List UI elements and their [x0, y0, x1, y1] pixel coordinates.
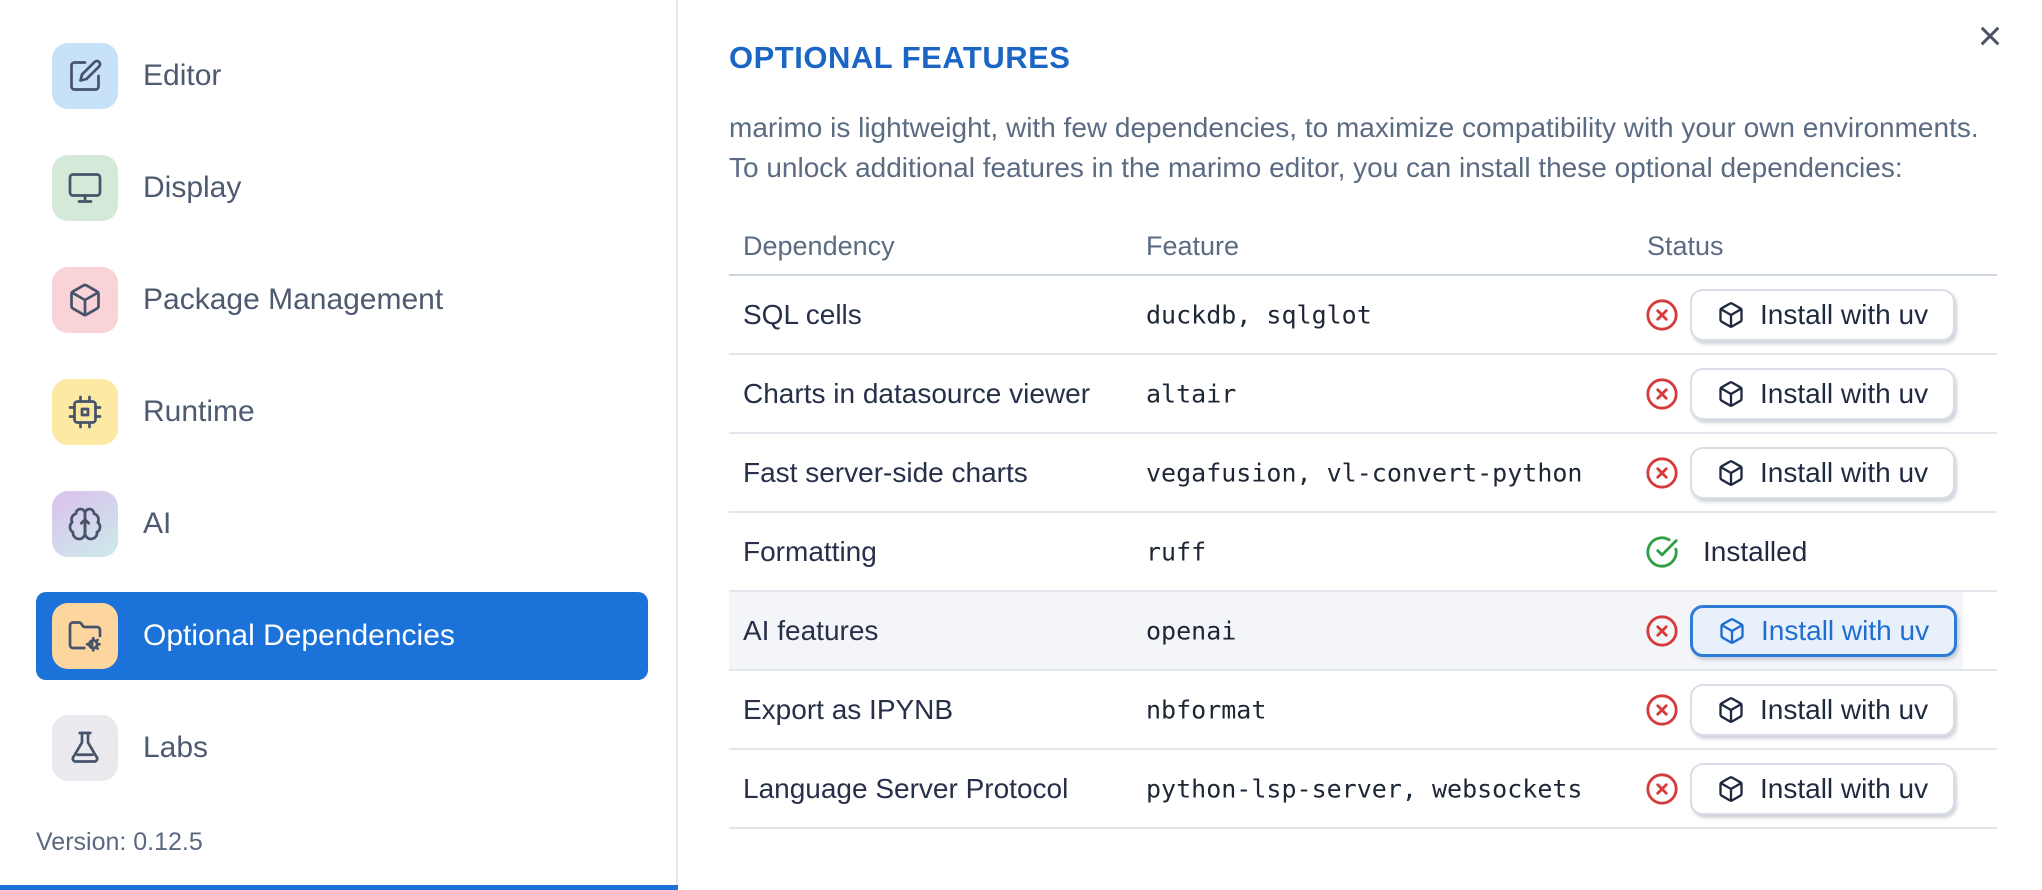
description-line-2: To unlock additional features in the mar…: [729, 152, 1903, 183]
folder-cog-icon: [68, 621, 102, 652]
circle-check-icon: [1646, 535, 1678, 568]
table-row: Language Server Protocol python-lsp-serve…: [729, 750, 1997, 829]
sidebar-item-display[interactable]: Display: [36, 144, 648, 232]
circle-x-icon: [1646, 693, 1678, 726]
circle-x-icon: [1646, 456, 1678, 489]
table-row: Charts in datasource viewer altair Install…: [729, 355, 1997, 434]
sidebar-item-label: Runtime: [143, 395, 255, 428]
monitor-icon-box: [52, 155, 118, 221]
sidebar-item-label: Editor: [143, 59, 222, 92]
cpu-icon-box: [52, 379, 118, 445]
cube-icon: [1719, 301, 1743, 328]
package-icon: [70, 283, 100, 317]
sidebar-item-ai[interactable]: AI: [36, 480, 648, 568]
install-button-label: Install with uv: [1760, 772, 1929, 804]
table-row: Formatting ruff Installed: [729, 513, 1997, 592]
feature-cell: ruff: [1146, 537, 1207, 566]
square-pen-icon-box: [52, 43, 118, 109]
install-with-uv-button[interactable]: Install with uv: [1690, 288, 1956, 341]
feature-cell: altair: [1146, 379, 1237, 408]
table-row: Fast server-side charts vegafusion, vl-co…: [729, 434, 1997, 513]
install-with-uv-button[interactable]: Install with uv: [1690, 604, 1958, 657]
sidebar-item-optional-dependencies[interactable]: Optional Dependencies: [36, 592, 648, 680]
sidebar-item-label: AI: [143, 507, 172, 540]
description-line-1: marimo is lightweight, with few dependen…: [729, 112, 1979, 143]
dependencies-table: Dependency Feature Status SQL cells duckd…: [729, 220, 1997, 829]
circle-x-icon: [1646, 377, 1678, 410]
sidebar-item-label: Labs: [143, 731, 209, 764]
table-header-row: Dependency Feature Status: [729, 220, 1997, 276]
monitor-icon: [68, 173, 102, 203]
sidebar-item-labs[interactable]: Labs: [36, 704, 648, 792]
install-with-uv-button[interactable]: Install with uv: [1690, 683, 1956, 736]
install-with-uv-button[interactable]: Install with uv: [1690, 762, 1956, 815]
column-header-feature: Feature: [1146, 231, 1240, 261]
sidebar-item-label: Optional Dependencies: [143, 619, 455, 652]
table-row: Export as IPYNB nbformat Install with uv: [729, 671, 1997, 750]
cube-icon: [1720, 617, 1744, 644]
status-missing-icon: [1645, 456, 1679, 490]
sidebar-item-editor[interactable]: Editor: [36, 32, 648, 120]
brain-icon-box: [52, 491, 118, 557]
install-button-label: Install with uv: [1761, 614, 1930, 646]
install-button-label: Install with uv: [1760, 456, 1929, 488]
column-header-status: Status: [1647, 231, 1724, 261]
cpu-icon: [68, 395, 102, 429]
sidebar-bottom-strip: [0, 885, 678, 890]
page-title: OPTIONAL FEATURES: [729, 40, 1071, 75]
install-with-uv-button[interactable]: Install with uv: [1690, 367, 1956, 420]
circle-x-icon: [1646, 772, 1678, 805]
status-missing-icon: [1645, 614, 1679, 648]
status-missing-icon: [1645, 693, 1679, 727]
column-header-dependency: Dependency: [743, 231, 895, 261]
status-missing-icon: [1645, 772, 1679, 806]
install-button-label: Install with uv: [1760, 377, 1929, 409]
install-button-label: Install with uv: [1760, 693, 1929, 725]
table-row: SQL cells duckdb, sqlglot Install with uv: [729, 276, 1997, 355]
sidebar-item-runtime[interactable]: Runtime: [36, 368, 648, 456]
dependency-cell: AI features: [743, 614, 879, 646]
cube-icon: [1719, 459, 1743, 486]
package-icon-box: [52, 267, 118, 333]
dependency-cell: SQL cells: [743, 298, 862, 330]
feature-cell: duckdb, sqlglot: [1146, 300, 1372, 329]
feature-cell: nbformat: [1146, 695, 1267, 724]
sidebar-item-label: Display: [143, 171, 242, 204]
cube-icon: [1719, 380, 1743, 407]
install-button-label: Install with uv: [1760, 298, 1929, 330]
feature-cell: openai: [1146, 616, 1237, 645]
panel-description: marimo is lightweight, with few dependen…: [729, 108, 1979, 188]
feature-cell: python-lsp-server, websockets: [1146, 774, 1583, 803]
dependency-cell: Language Server Protocol: [743, 772, 1069, 804]
table-row: AI features openai Install with uv: [729, 592, 1997, 671]
flask-icon-box: [52, 715, 118, 781]
sidebar-item-label: Package Management: [143, 283, 444, 316]
cube-icon: [1719, 696, 1743, 723]
version-label: Version: 0.12.5: [36, 828, 203, 856]
dependency-cell: Formatting: [743, 535, 877, 567]
feature-cell: vegafusion, vl-convert-python: [1146, 458, 1583, 487]
install-with-uv-button[interactable]: Install with uv: [1690, 446, 1956, 499]
sidebar-item-package-management[interactable]: Package Management: [36, 256, 648, 344]
folder-cog-icon-box: [52, 603, 118, 669]
settings-sidebar: Editor Display Package Management Runtime AI…: [0, 0, 678, 890]
status-missing-icon: [1645, 377, 1679, 411]
table-body: SQL cells duckdb, sqlglot Install with uv C…: [729, 276, 1997, 829]
flask-icon: [71, 731, 99, 763]
installed-status-text: Installed: [1703, 535, 1808, 567]
close-icon[interactable]: ×: [1966, 12, 2014, 60]
brain-icon: [68, 507, 102, 541]
status-installed-icon: [1645, 535, 1679, 569]
status-missing-icon: [1645, 298, 1679, 332]
circle-x-icon: [1646, 614, 1678, 647]
dependency-cell: Export as IPYNB: [743, 693, 954, 725]
cube-icon: [1719, 775, 1743, 802]
square-pen-icon: [70, 59, 102, 91]
dependency-cell: Fast server-side charts: [743, 456, 1028, 488]
dependency-cell: Charts in datasource viewer: [743, 377, 1091, 409]
optional-features-panel: × OPTIONAL FEATURES marimo is lightweigh…: [680, 0, 2042, 890]
circle-x-icon: [1646, 298, 1678, 331]
